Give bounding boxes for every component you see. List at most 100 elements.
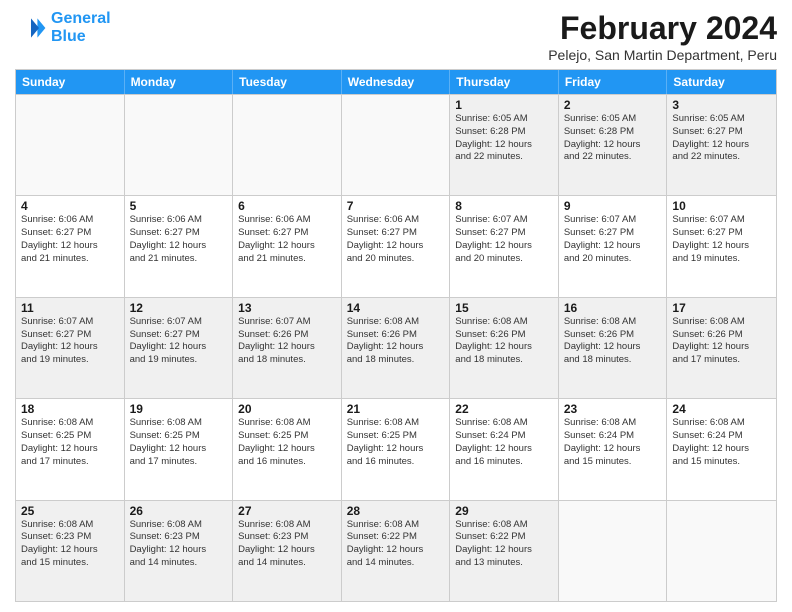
day-info: Sunrise: 6:08 AM Sunset: 6:22 PM Dayligh… [347, 519, 445, 570]
calendar-cell: 5Sunrise: 6:06 AM Sunset: 6:27 PM Daylig… [125, 196, 234, 296]
calendar-cell: 18Sunrise: 6:08 AM Sunset: 6:25 PM Dayli… [16, 399, 125, 499]
day-number: 4 [21, 199, 119, 213]
weekday-header: Wednesday [342, 70, 451, 94]
calendar-cell: 6Sunrise: 6:06 AM Sunset: 6:27 PM Daylig… [233, 196, 342, 296]
logo: General Blue [15, 10, 111, 45]
day-number: 19 [130, 402, 228, 416]
calendar-cell: 27Sunrise: 6:08 AM Sunset: 6:23 PM Dayli… [233, 501, 342, 601]
day-number: 18 [21, 402, 119, 416]
calendar-cell: 3Sunrise: 6:05 AM Sunset: 6:27 PM Daylig… [667, 95, 776, 195]
day-number: 13 [238, 301, 336, 315]
calendar-cell: 14Sunrise: 6:08 AM Sunset: 6:26 PM Dayli… [342, 298, 451, 398]
day-number: 21 [347, 402, 445, 416]
day-number: 11 [21, 301, 119, 315]
calendar-cell: 26Sunrise: 6:08 AM Sunset: 6:23 PM Dayli… [125, 501, 234, 601]
calendar-cell: 21Sunrise: 6:08 AM Sunset: 6:25 PM Dayli… [342, 399, 451, 499]
day-info: Sunrise: 6:07 AM Sunset: 6:27 PM Dayligh… [672, 214, 771, 265]
calendar-cell: 9Sunrise: 6:07 AM Sunset: 6:27 PM Daylig… [559, 196, 668, 296]
day-info: Sunrise: 6:08 AM Sunset: 6:25 PM Dayligh… [347, 417, 445, 468]
logo-icon [15, 12, 47, 44]
day-number: 25 [21, 504, 119, 518]
day-info: Sunrise: 6:08 AM Sunset: 6:25 PM Dayligh… [130, 417, 228, 468]
calendar-cell: 1Sunrise: 6:05 AM Sunset: 6:28 PM Daylig… [450, 95, 559, 195]
calendar-cell: 4Sunrise: 6:06 AM Sunset: 6:27 PM Daylig… [16, 196, 125, 296]
weekday-header: Tuesday [233, 70, 342, 94]
weekday-header: Friday [559, 70, 668, 94]
day-info: Sunrise: 6:08 AM Sunset: 6:23 PM Dayligh… [238, 519, 336, 570]
day-number: 1 [455, 98, 553, 112]
calendar-row: 1Sunrise: 6:05 AM Sunset: 6:28 PM Daylig… [16, 94, 776, 195]
logo-text: General Blue [51, 10, 111, 45]
calendar-cell: 25Sunrise: 6:08 AM Sunset: 6:23 PM Dayli… [16, 501, 125, 601]
day-info: Sunrise: 6:06 AM Sunset: 6:27 PM Dayligh… [130, 214, 228, 265]
day-number: 20 [238, 402, 336, 416]
logo-line1: General [51, 10, 111, 27]
day-number: 12 [130, 301, 228, 315]
calendar-cell [125, 95, 234, 195]
calendar-body: 1Sunrise: 6:05 AM Sunset: 6:28 PM Daylig… [16, 94, 776, 601]
day-info: Sunrise: 6:06 AM Sunset: 6:27 PM Dayligh… [238, 214, 336, 265]
calendar-cell [16, 95, 125, 195]
day-info: Sunrise: 6:08 AM Sunset: 6:24 PM Dayligh… [672, 417, 771, 468]
day-info: Sunrise: 6:08 AM Sunset: 6:22 PM Dayligh… [455, 519, 553, 570]
day-number: 23 [564, 402, 662, 416]
calendar-cell: 15Sunrise: 6:08 AM Sunset: 6:26 PM Dayli… [450, 298, 559, 398]
day-number: 7 [347, 199, 445, 213]
page: General Blue February 2024 Pelejo, San M… [0, 0, 792, 612]
day-info: Sunrise: 6:08 AM Sunset: 6:25 PM Dayligh… [238, 417, 336, 468]
day-info: Sunrise: 6:07 AM Sunset: 6:26 PM Dayligh… [238, 316, 336, 367]
calendar-cell: 29Sunrise: 6:08 AM Sunset: 6:22 PM Dayli… [450, 501, 559, 601]
day-info: Sunrise: 6:07 AM Sunset: 6:27 PM Dayligh… [130, 316, 228, 367]
calendar-cell: 12Sunrise: 6:07 AM Sunset: 6:27 PM Dayli… [125, 298, 234, 398]
day-info: Sunrise: 6:05 AM Sunset: 6:28 PM Dayligh… [455, 113, 553, 164]
calendar-cell: 20Sunrise: 6:08 AM Sunset: 6:25 PM Dayli… [233, 399, 342, 499]
day-info: Sunrise: 6:08 AM Sunset: 6:26 PM Dayligh… [455, 316, 553, 367]
calendar-cell: 10Sunrise: 6:07 AM Sunset: 6:27 PM Dayli… [667, 196, 776, 296]
calendar: SundayMondayTuesdayWednesdayThursdayFrid… [15, 69, 777, 602]
day-info: Sunrise: 6:08 AM Sunset: 6:26 PM Dayligh… [672, 316, 771, 367]
calendar-row: 11Sunrise: 6:07 AM Sunset: 6:27 PM Dayli… [16, 297, 776, 398]
day-info: Sunrise: 6:05 AM Sunset: 6:28 PM Dayligh… [564, 113, 662, 164]
calendar-cell: 7Sunrise: 6:06 AM Sunset: 6:27 PM Daylig… [342, 196, 451, 296]
logo-line2: Blue [51, 28, 111, 46]
day-info: Sunrise: 6:08 AM Sunset: 6:26 PM Dayligh… [564, 316, 662, 367]
day-info: Sunrise: 6:06 AM Sunset: 6:27 PM Dayligh… [347, 214, 445, 265]
day-number: 10 [672, 199, 771, 213]
calendar-cell: 8Sunrise: 6:07 AM Sunset: 6:27 PM Daylig… [450, 196, 559, 296]
day-info: Sunrise: 6:08 AM Sunset: 6:23 PM Dayligh… [21, 519, 119, 570]
calendar-cell: 19Sunrise: 6:08 AM Sunset: 6:25 PM Dayli… [125, 399, 234, 499]
day-number: 26 [130, 504, 228, 518]
calendar-cell [667, 501, 776, 601]
calendar-cell [559, 501, 668, 601]
day-info: Sunrise: 6:07 AM Sunset: 6:27 PM Dayligh… [21, 316, 119, 367]
day-number: 3 [672, 98, 771, 112]
day-number: 22 [455, 402, 553, 416]
day-info: Sunrise: 6:07 AM Sunset: 6:27 PM Dayligh… [564, 214, 662, 265]
calendar-row: 18 Sunrise: 6:08 AM Sunset: 6:25 PM Dayli… [16, 398, 776, 499]
weekday-header: Sunday [16, 70, 125, 94]
calendar-cell: 11Sunrise: 6:07 AM Sunset: 6:27 PM Dayli… [16, 298, 125, 398]
day-number: 8 [455, 199, 553, 213]
day-number: 17 [672, 301, 771, 315]
calendar-cell: 13Sunrise: 6:07 AM Sunset: 6:26 PM Dayli… [233, 298, 342, 398]
day-info: Sunrise: 6:08 AM Sunset: 6:24 PM Dayligh… [564, 417, 662, 468]
day-info: Sunrise: 6:08 AM Sunset: 6:26 PM Dayligh… [347, 316, 445, 367]
day-info: Sunrise: 6:05 AM Sunset: 6:27 PM Dayligh… [672, 113, 771, 164]
calendar-cell [233, 95, 342, 195]
calendar-row: 25Sunrise: 6:08 AM Sunset: 6:23 PM Dayli… [16, 500, 776, 601]
weekday-header: Thursday [450, 70, 559, 94]
day-number: 24 [672, 402, 771, 416]
header: General Blue February 2024 Pelejo, San M… [15, 10, 777, 63]
calendar-cell: 24Sunrise: 6:08 AM Sunset: 6:24 PM Dayli… [667, 399, 776, 499]
day-info: Sunrise: 6:08 AM Sunset: 6:23 PM Dayligh… [130, 519, 228, 570]
day-number: 9 [564, 199, 662, 213]
main-title: February 2024 [548, 10, 777, 47]
calendar-cell: 2Sunrise: 6:05 AM Sunset: 6:28 PM Daylig… [559, 95, 668, 195]
day-number: 14 [347, 301, 445, 315]
day-number: 27 [238, 504, 336, 518]
calendar-cell: 28Sunrise: 6:08 AM Sunset: 6:22 PM Dayli… [342, 501, 451, 601]
calendar-cell: 23Sunrise: 6:08 AM Sunset: 6:24 PM Dayli… [559, 399, 668, 499]
title-section: February 2024 Pelejo, San Martin Departm… [548, 10, 777, 63]
day-number: 28 [347, 504, 445, 518]
calendar-cell: 17Sunrise: 6:08 AM Sunset: 6:26 PM Dayli… [667, 298, 776, 398]
